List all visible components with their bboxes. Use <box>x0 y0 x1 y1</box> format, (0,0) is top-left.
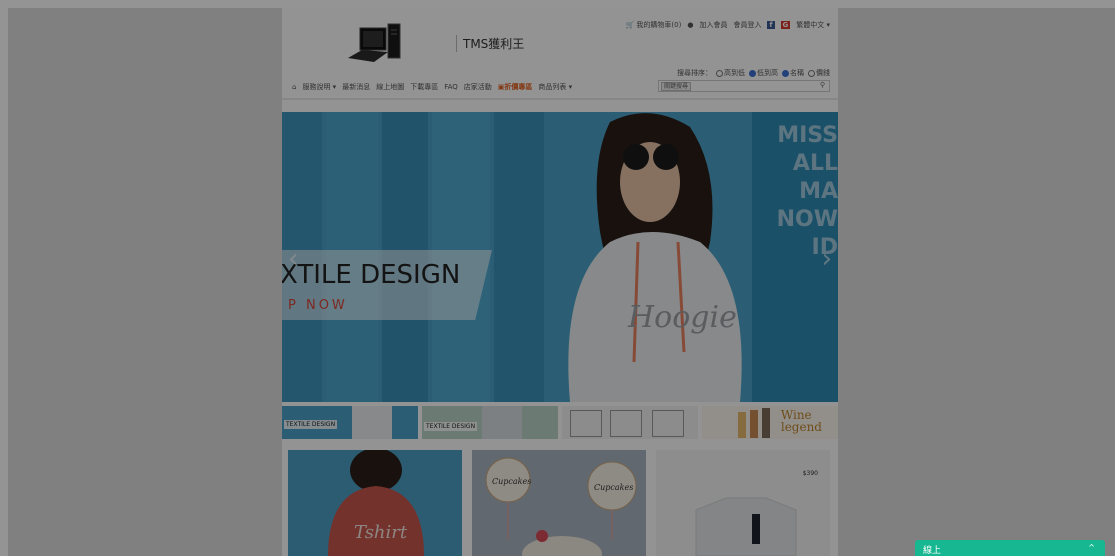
live-chat-widget[interactable]: 線上 ^ <box>915 540 1105 556</box>
chevron-up-icon[interactable]: ^ <box>1088 543 1095 552</box>
chat-title: 線上 <box>923 546 942 556</box>
modal-overlay[interactable] <box>0 0 1115 556</box>
